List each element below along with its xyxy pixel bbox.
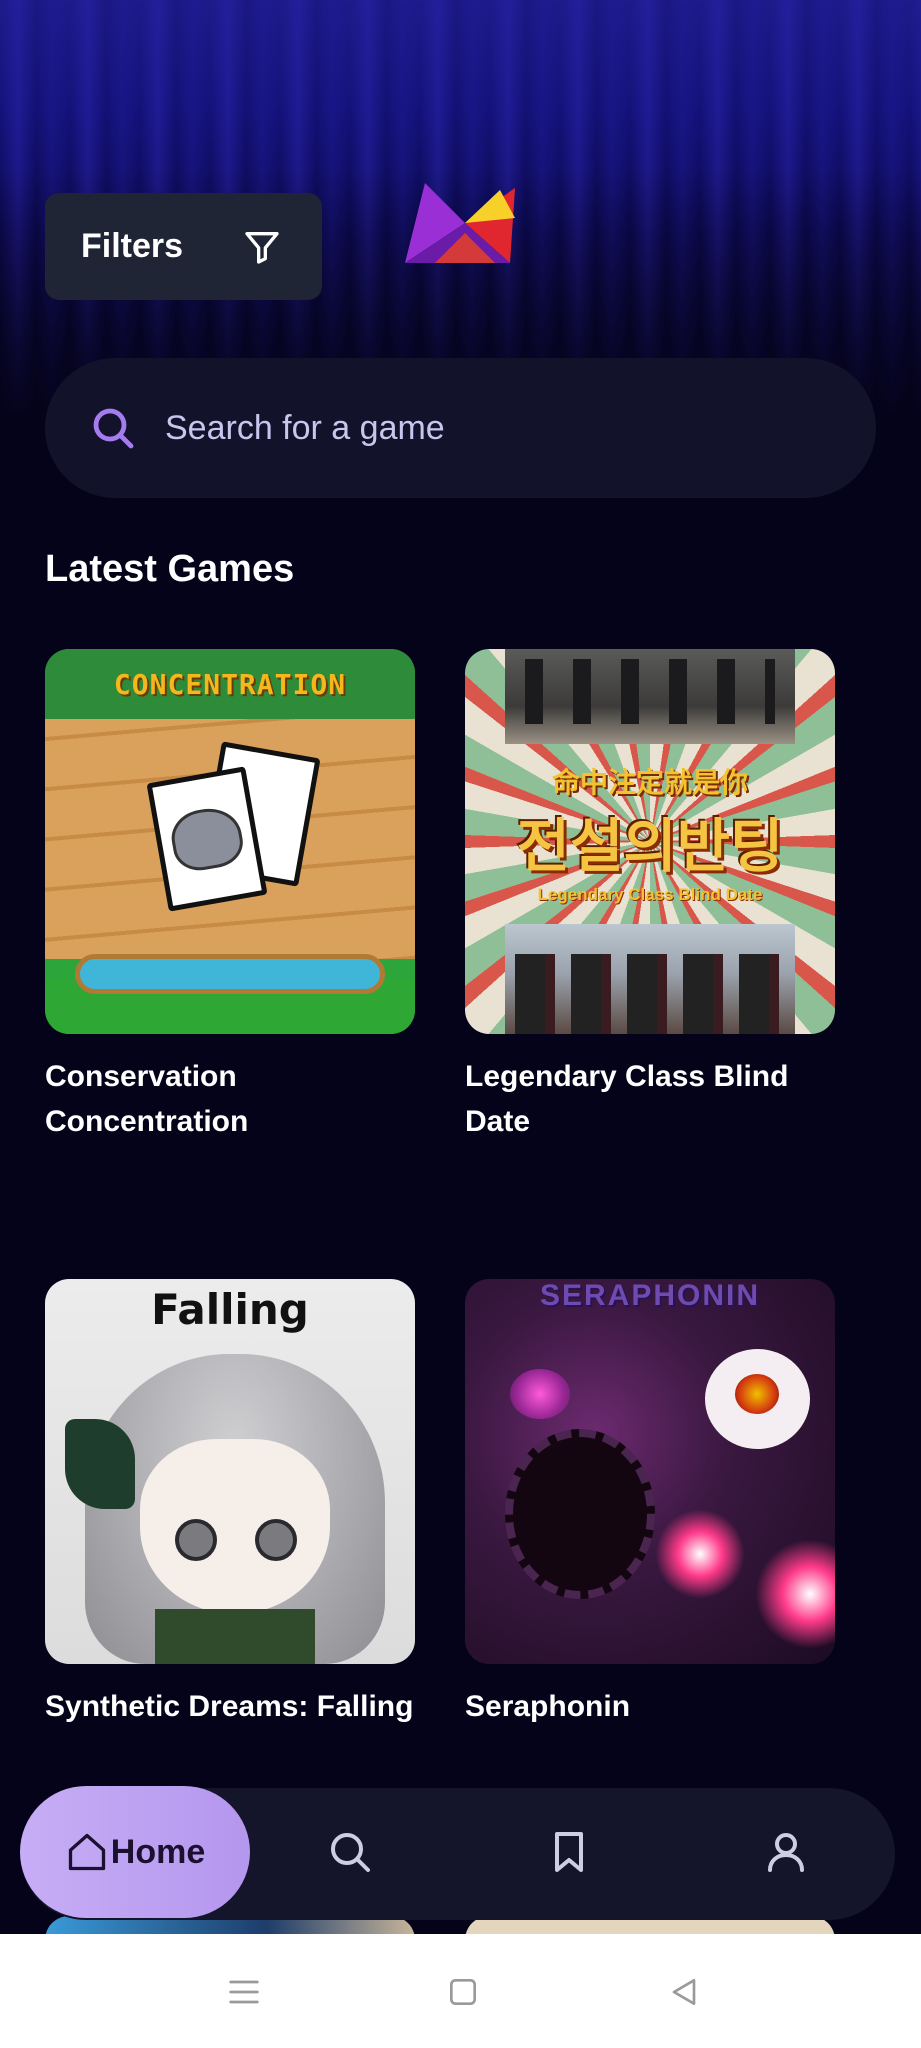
thumbnail-art-text-cn: 命中注定就是你 xyxy=(551,767,748,798)
thumbnail-photo-top xyxy=(505,649,795,744)
rhino-icon xyxy=(167,803,247,875)
game-card-seraphonin[interactable]: SERAPHONIN Seraphonin xyxy=(465,1279,835,1729)
app-logo xyxy=(405,183,515,263)
bookmark-icon xyxy=(555,1832,583,1872)
game-title[interactable]: Legendary Class Blind Date xyxy=(465,1054,835,1144)
character-uniform xyxy=(155,1609,315,1664)
game-card-synthetic-dreams-falling[interactable]: Falling Synthetic Dreams: Falling xyxy=(45,1279,415,1729)
monster-mouth xyxy=(505,1429,655,1599)
game-card-conservation-concentration[interactable]: CONCENTRATION Conservation Concentration xyxy=(45,649,415,1144)
search-bar[interactable] xyxy=(45,358,876,498)
nav-profile-button[interactable] xyxy=(760,1826,812,1878)
nav-search-button[interactable] xyxy=(324,1826,376,1878)
thumbnail-art-text: CONCENTRATION xyxy=(113,667,347,701)
game-thumbnail[interactable]: SERAPHONIN xyxy=(465,1279,835,1664)
energy-glow xyxy=(655,1509,745,1599)
game-title[interactable]: Synthetic Dreams: Falling xyxy=(45,1684,415,1729)
filters-button[interactable]: Filters xyxy=(45,193,322,300)
filters-label: Filters xyxy=(81,227,184,265)
thumbnail-art-text: Falling xyxy=(151,1285,309,1334)
section-title: Latest Games xyxy=(45,548,295,590)
nav-home-label: Home xyxy=(110,1832,206,1871)
game-thumbnail[interactable]: CONCENTRATION xyxy=(45,649,415,1034)
back-icon xyxy=(672,1979,696,2005)
profile-icon xyxy=(768,1833,804,1872)
character-eye-left xyxy=(175,1519,217,1561)
menu-icon xyxy=(229,1980,259,2004)
character-bow xyxy=(65,1419,135,1509)
system-menu-button[interactable] xyxy=(224,1972,264,2012)
game-card-legendary-class-blind-date[interactable]: 命中注定就是你 전설의반팅 Legendary Class Blind Date… xyxy=(465,649,835,1144)
nav-home-button[interactable]: Home xyxy=(20,1786,250,1918)
system-home-button[interactable] xyxy=(443,1972,483,2012)
nav-bookmark-button[interactable] xyxy=(543,1826,595,1878)
home-icon xyxy=(68,1833,105,1871)
thumbnail-banner: CONCENTRATION xyxy=(45,649,415,719)
energy-glow xyxy=(755,1539,835,1649)
game-title[interactable]: Seraphonin xyxy=(465,1684,835,1729)
home-square-icon xyxy=(450,1979,476,2005)
thumbnail-photo-bottom xyxy=(505,924,795,1034)
eyeball-creature xyxy=(705,1349,810,1449)
thumbnail-art-text-en: Legendary Class Blind Date xyxy=(537,885,763,904)
search-icon xyxy=(93,408,134,449)
thumbnail-art-text-kr: 전설의반팅 xyxy=(516,814,784,879)
thumbnail-art-text: SERAPHONIN xyxy=(539,1279,761,1312)
game-thumbnail[interactable]: Falling xyxy=(45,1279,415,1664)
character-face xyxy=(140,1439,330,1614)
game-title[interactable]: Conservation Concentration xyxy=(45,1054,415,1144)
search-input[interactable] xyxy=(165,408,765,448)
thumbnail-water xyxy=(75,954,385,994)
character-eye-right xyxy=(255,1519,297,1561)
filter-icon xyxy=(245,231,279,264)
system-back-button[interactable] xyxy=(664,1972,704,2012)
game-thumbnail[interactable]: 命中注定就是你 전설의반팅 Legendary Class Blind Date xyxy=(465,649,835,1034)
search-icon xyxy=(331,1833,370,1872)
monster-eye xyxy=(510,1369,570,1419)
